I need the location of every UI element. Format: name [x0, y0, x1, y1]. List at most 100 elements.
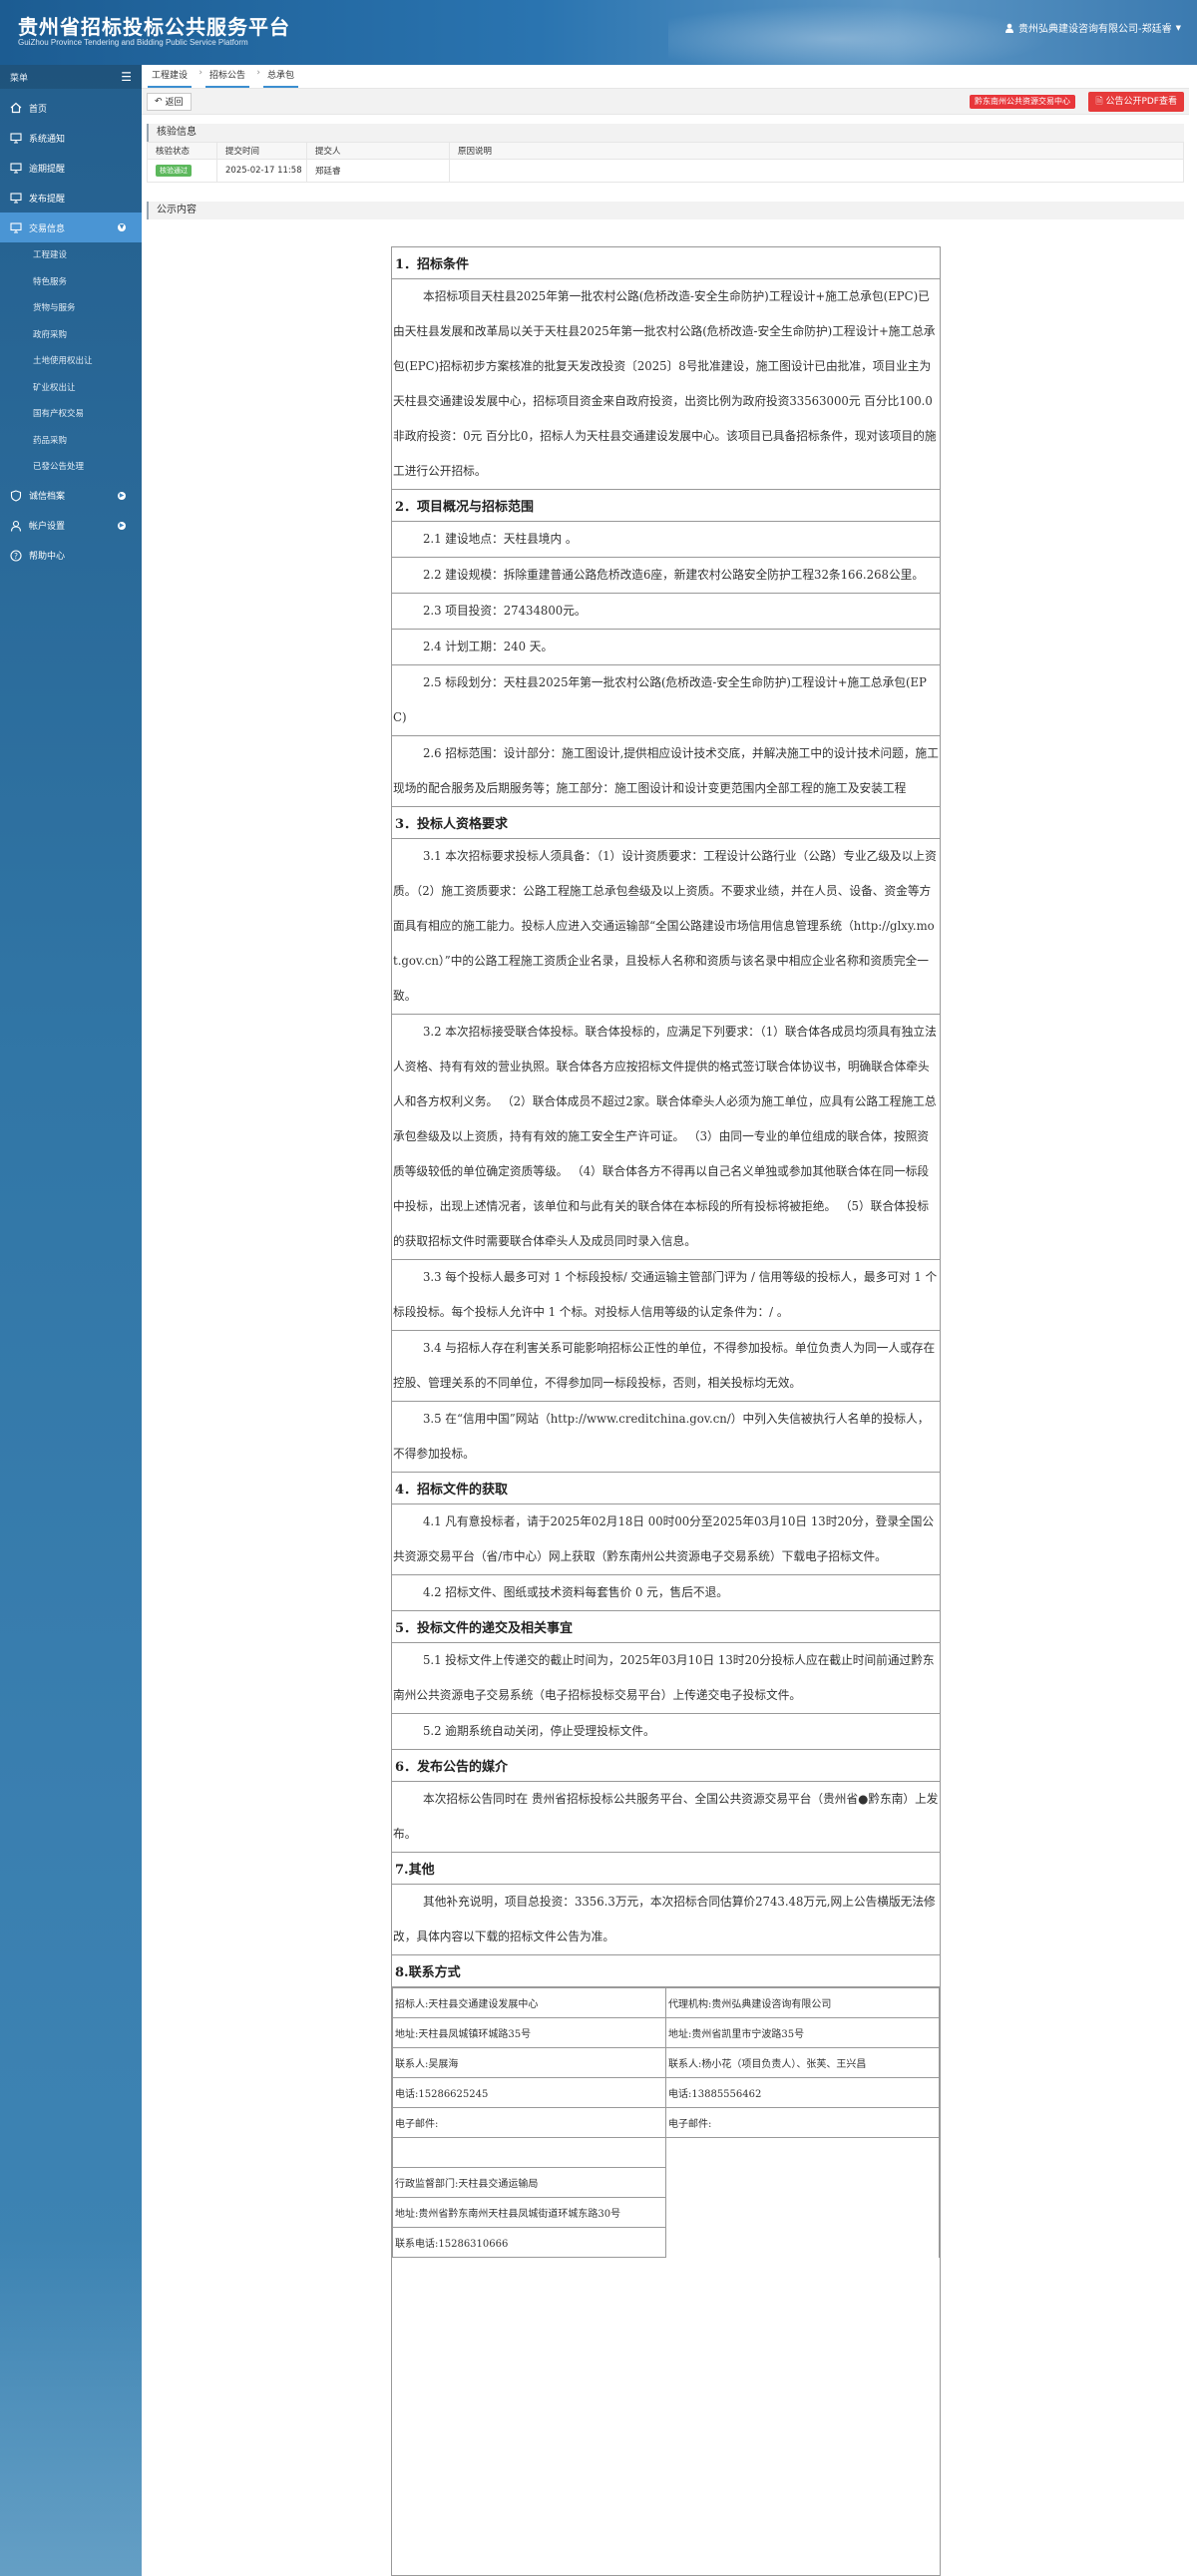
- sidebar-subitem[interactable]: 国有产权交易: [0, 401, 142, 428]
- sidebar-item-label: 系统通知: [29, 134, 66, 145]
- notice-paragraph: 2.4 计划工期：240 天。: [392, 630, 940, 665]
- svg-text:?: ?: [14, 551, 18, 560]
- help-icon: ?: [10, 549, 22, 562]
- sidebar-item-label: 帮助中心: [29, 552, 66, 562]
- sidebar-subitem[interactable]: 土地使用权出让: [0, 348, 142, 375]
- sidebar-subitem[interactable]: 货物与服务: [0, 295, 142, 322]
- sidebar-subitem[interactable]: 已發公告处理: [0, 454, 142, 481]
- breadcrumb-item[interactable]: 总承包: [263, 68, 299, 88]
- notice-paragraph: 2.1 建设地点：天柱县境内 。: [392, 522, 940, 558]
- verify-table: 核验状态 提交时间 提交人 原因说明 核验通过 2025-02-17 11:58…: [147, 142, 1184, 183]
- sidebar-item-label: 首页: [29, 104, 48, 115]
- table-row: 联系人:吴展海 联系人:杨小花（项目负责人）、张芙、王兴昌: [392, 2047, 940, 2078]
- chevron-right-icon: ▶: [118, 521, 126, 530]
- sidebar-item-account[interactable]: 帐户设置 ▶: [0, 511, 142, 541]
- notice-section-title: 公示内容: [147, 202, 1184, 219]
- monitor-icon: [10, 133, 22, 144]
- contact-cell: 电子邮件:: [392, 2107, 666, 2138]
- reason-cell: [449, 159, 1184, 183]
- sidebar-item-label: 帐户设置: [29, 522, 66, 532]
- contact-cell: [392, 2137, 666, 2168]
- contact-cell: 电子邮件:: [665, 2107, 940, 2138]
- toolbar: ↶ 返回 黔东南州公共资源交易中心 🗎 公告公开PDF查看: [142, 89, 1189, 115]
- notice-heading: 6．发布公告的媒介: [392, 1750, 940, 1782]
- notice-paragraph: 5.1 投标文件上传递交的截止时间为，2025年03月10日 13时20分投标人…: [392, 1643, 940, 1714]
- user-name: 贵州弘典建设咨询有限公司-郑廷睿: [1018, 24, 1172, 35]
- contact-cell: 地址:贵州省黔东南州天柱县凤城街道环城东路30号: [392, 2197, 666, 2228]
- back-label: 返回: [165, 98, 184, 108]
- sidebar-background-scenery: [0, 2237, 142, 2576]
- notice-paragraph: 4.1 凡有意投标者，请于2025年02月18日 00时00分至2025年03月…: [392, 1504, 940, 1575]
- monitor-icon: [10, 222, 22, 233]
- contact-cell: 代理机构:贵州弘典建设咨询有限公司: [665, 1987, 940, 2018]
- document-icon: 🗎: [1095, 97, 1103, 107]
- sidebar-item-help[interactable]: ? 帮助中心: [0, 541, 142, 571]
- user-icon: [1005, 23, 1013, 33]
- notice-paragraph: 3.2 本次招标接受联合体投标。联合体投标的，应满足下列要求：（1）联合体各成员…: [392, 1015, 940, 1260]
- back-icon: ↶: [155, 96, 163, 107]
- user-menu[interactable]: 贵州弘典建设咨询有限公司-郑廷睿 ▼: [1004, 20, 1181, 35]
- contact-cell: 地址:天柱县凤城镇环城路35号: [392, 2017, 666, 2048]
- sidebar-item-publish-reminder[interactable]: 发布提醒: [0, 183, 142, 213]
- notice-paragraph: 3.5 在“信用中国”网站（http://www.creditchina.gov…: [392, 1402, 940, 1473]
- verify-section-title: 核验信息: [147, 124, 1184, 142]
- table-row: 核验通过 2025-02-17 11:58 郑廷睿: [147, 159, 1184, 183]
- trade-center-button[interactable]: 黔东南州公共资源交易中心: [970, 95, 1075, 109]
- notice-heading: 4．招标文件的获取: [392, 1473, 940, 1504]
- sidebar-subitem[interactable]: 特色服务: [0, 269, 142, 296]
- notice-heading: 5．投标文件的递交及相关事宜: [392, 1611, 940, 1643]
- contact-cell: 联系人:杨小花（项目负责人）、张芙、王兴昌: [665, 2047, 940, 2078]
- chevron-down-icon: ▼: [1175, 23, 1181, 32]
- chevron-right-icon: ▶: [118, 491, 126, 500]
- sidebar-subitem[interactable]: 药品采购: [0, 428, 142, 455]
- notice-content: 1．招标条件 本招标项目天柱县2025年第一批农村公路(危桥改造-安全生命防护)工…: [391, 246, 941, 2576]
- contact-cell: 行政监督部门:天柱县交通运输局: [392, 2167, 666, 2198]
- notice-heading: 2．项目概况与招标范围: [392, 490, 940, 522]
- notice-paragraph: 本次招标公告同时在 贵州省招标投标公共服务平台、全国公共资源交易平台（贵州省●黔…: [392, 1782, 940, 1853]
- sidebar-subitem[interactable]: 矿业权出让: [0, 375, 142, 402]
- notice-paragraph: 3.1 本次招标要求投标人须具备：（1）设计资质要求：工程设计公路行业（公路）专…: [392, 839, 940, 1015]
- header: 贵州省招标投标公共服务平台 GuiZhou Province Tendering…: [0, 0, 1197, 65]
- sidebar-item-notice[interactable]: 系统通知: [0, 123, 142, 153]
- platform-title[interactable]: 贵州省招标投标公共服务平台: [18, 11, 290, 40]
- person-cell: 郑廷睿: [306, 159, 450, 183]
- time-cell: 2025-02-17 11:58: [216, 159, 307, 183]
- sidebar-label: 菜单: [10, 73, 29, 84]
- sidebar-header: 菜单 ☰: [0, 65, 142, 89]
- home-icon: [10, 102, 22, 114]
- notice-paragraph: 本招标项目天柱县2025年第一批农村公路(危桥改造-安全生命防护)工程设计+施工…: [392, 279, 940, 490]
- contact-cell: [665, 2137, 940, 2258]
- notice-blocks: 1．招标条件 本招标项目天柱县2025年第一批农村公路(危桥改造-安全生命防护)工…: [392, 247, 940, 1987]
- sidebar-subitem[interactable]: 政府采购: [0, 322, 142, 349]
- chevron-down-icon: ▼: [118, 223, 126, 231]
- back-button[interactable]: ↶ 返回: [147, 92, 192, 111]
- notice-paragraph: 3.3 每个投标人最多可对 1 个标段投标/ 交通运输主管部门评为 / 信用等级…: [392, 1260, 940, 1331]
- table-row: 电话:15286625245 电话:13885556462: [392, 2077, 940, 2108]
- table-row: [392, 2137, 940, 2258]
- notice-heading: 8.联系方式: [392, 1955, 940, 1987]
- notice-paragraph: 3.4 与招标人存在利害关系可能影响招标公正性的单位，不得参加投标。单位负责人为…: [392, 1331, 940, 1402]
- sidebar-item-label: 诚信档案: [29, 492, 66, 502]
- sidebar-item-credit[interactable]: 诚信档案 ▶: [0, 481, 142, 511]
- breadcrumb-item[interactable]: 工程建设: [148, 68, 202, 88]
- table-row: 招标人:天柱县交通建设发展中心 代理机构:贵州弘典建设咨询有限公司: [392, 1987, 940, 2018]
- menu-toggle-icon[interactable]: ☰: [121, 70, 132, 84]
- contact-cell: 电话:13885556462: [665, 2077, 940, 2108]
- pdf-view-button[interactable]: 🗎 公告公开PDF查看: [1088, 92, 1184, 112]
- breadcrumb-item[interactable]: 招标公告: [205, 68, 260, 88]
- table-header-row: 核验状态 提交时间 提交人 原因说明: [147, 142, 1184, 160]
- notice-paragraph: 2.2 建设规模：拆除重建普通公路危桥改造6座，新建农村公路安全防护工程32条1…: [392, 558, 940, 594]
- sidebar-item-overdue[interactable]: 逾期提醒: [0, 153, 142, 183]
- sidebar-item-trade-info[interactable]: 交易信息 ▼: [0, 213, 142, 242]
- sidebar: 菜单 ☰ 首页 系统通知 逾期提醒 发布提醒 交易信息 ▼ 工程建设 特色服务 …: [0, 65, 142, 2576]
- table-row: 地址:天柱县凤城镇环城路35号 地址:贵州省凯里市宁波路35号: [392, 2017, 940, 2048]
- monitor-icon: [10, 163, 22, 174]
- platform-subtitle: GuiZhou Province Tendering and Bidding P…: [18, 38, 248, 47]
- sidebar-item-label: 交易信息: [29, 223, 66, 234]
- sidebar-subitem[interactable]: 工程建设: [0, 242, 142, 269]
- column-header: 核验状态: [147, 142, 217, 160]
- notice-heading: 1．招标条件: [392, 247, 940, 279]
- sidebar-item-label: 逾期提醒: [29, 164, 66, 175]
- user-icon: [10, 520, 22, 532]
- sidebar-item-home[interactable]: 首页: [0, 93, 142, 123]
